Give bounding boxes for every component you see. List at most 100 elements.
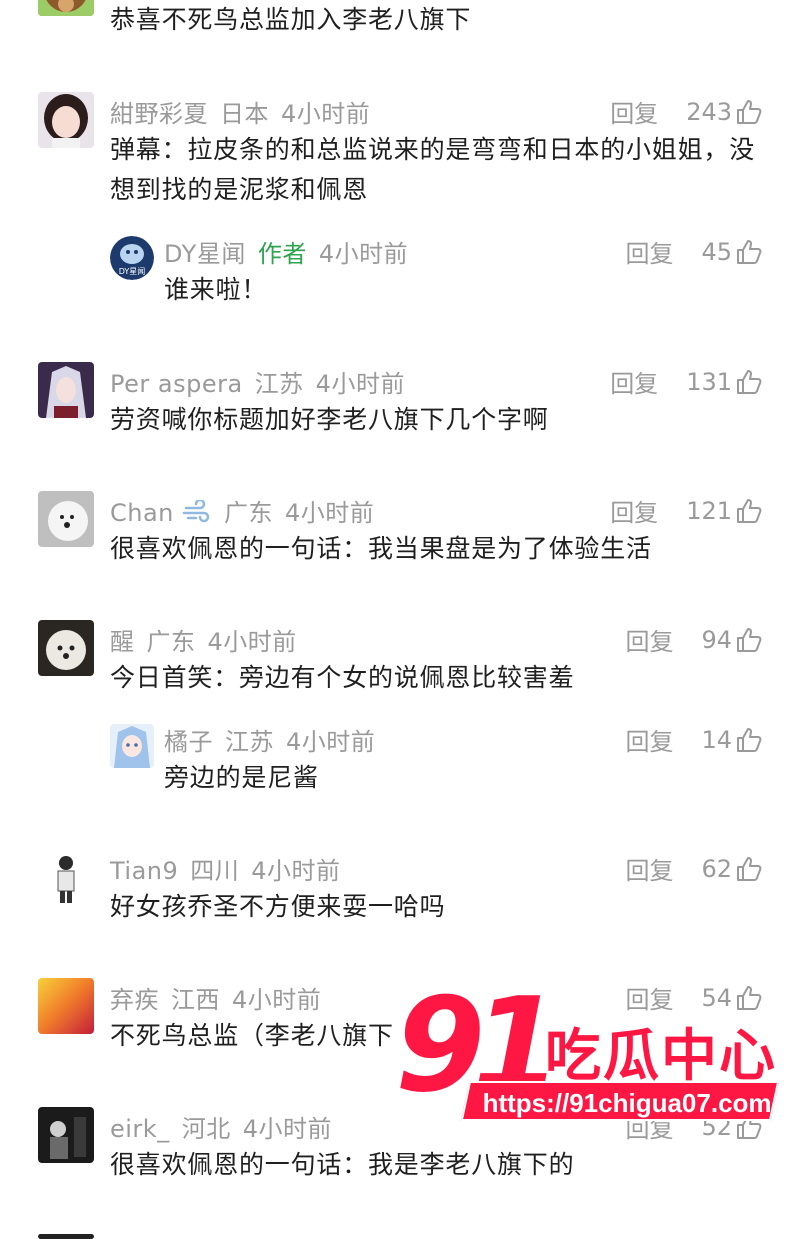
location: 江苏: [254, 370, 304, 398]
comment-actions: 回复 94: [625, 622, 762, 657]
anime-avatar-icon: [38, 362, 94, 418]
watermark-url-text: https://91chigua07.com: [482, 1088, 772, 1118]
thumbs-up-icon[interactable]: [736, 239, 762, 265]
reply-button[interactable]: 回复: [625, 851, 673, 886]
avatar[interactable]: [110, 724, 154, 768]
timestamp: 4小时前: [207, 628, 297, 656]
like-count: 121: [686, 496, 732, 525]
avatar[interactable]: [38, 491, 94, 547]
comment-actions: 回复 62: [625, 851, 762, 886]
username[interactable]: 醒: [110, 628, 135, 656]
timestamp: 4小时前: [286, 728, 376, 756]
username[interactable]: Tian9: [110, 857, 178, 885]
comment-meta: 橘子 江苏 4小时前: [164, 722, 375, 757]
like-count: 14: [701, 725, 732, 754]
avatar[interactable]: DY星闻: [110, 236, 154, 280]
reply-button[interactable]: 回复: [625, 722, 673, 757]
bear-avatar-icon: [38, 0, 94, 16]
location: 河北: [181, 1115, 231, 1143]
comment-meta: 醒广东 4小时前: [110, 622, 297, 657]
comment-text: 旁边的是尼酱: [164, 763, 319, 792]
wind-icon: [182, 498, 210, 523]
comment-text: 很喜欢佩恩的一句话：我是李老八旗下的: [110, 1150, 575, 1179]
comment-actions: 回复 131: [610, 364, 762, 399]
comment-text: 今日首笑：旁边有个女的说佩恩比较害羞: [110, 663, 575, 692]
girl-avatar-icon: [38, 92, 94, 148]
dy-logo-icon: DY星闻: [110, 236, 154, 280]
username[interactable]: 弃疾: [110, 986, 159, 1014]
reply-button[interactable]: 回复: [610, 364, 658, 399]
comment-meta: 弃疾 江西 4小时前: [110, 980, 321, 1015]
location: 四川: [190, 857, 240, 885]
username[interactable]: DY星闻: [164, 240, 246, 268]
username[interactable]: 橘子: [164, 728, 213, 756]
timestamp: 4小时前: [318, 240, 409, 268]
reply-button[interactable]: 回复: [610, 94, 658, 129]
reply-button[interactable]: 回复: [625, 622, 673, 657]
location: 江西: [171, 986, 220, 1014]
username[interactable]: 紺野彩夏: [110, 100, 208, 128]
comment-meta: Tian9 四川 4小时前: [110, 851, 341, 886]
thumbs-up-icon[interactable]: [736, 498, 762, 524]
comment-text: 弹幕：拉皮条的和总监说来的是弯弯和日本的小姐姐，没想到找的是泥浆和佩恩: [110, 135, 756, 204]
comment-text: 恭喜不死鸟总监加入李老八旗下: [110, 5, 472, 34]
username[interactable]: Per aspera: [110, 370, 243, 398]
thumbs-up-icon[interactable]: [736, 856, 762, 882]
like-count: 243: [686, 97, 732, 126]
location: 日本: [220, 100, 269, 128]
avatar[interactable]: [38, 1107, 94, 1163]
username[interactable]: eirk_: [110, 1115, 170, 1143]
comment-meta: 紺野彩夏 日本 4小时前: [110, 94, 370, 129]
location: 广东: [146, 628, 196, 656]
comment-meta: DY星闻 作者 4小时前: [164, 234, 408, 269]
dark-photo-avatar-icon: [38, 1107, 94, 1163]
comment-meta: Chan 广东 4小时前: [110, 493, 374, 528]
comment-actions: 回复 45: [625, 234, 762, 269]
watermark-brand: 吃瓜中心: [545, 1024, 777, 1089]
avatar[interactable]: [38, 1234, 94, 1239]
watermark-url: https://91chigua07.com: [460, 1081, 780, 1121]
avatar[interactable]: [38, 92, 94, 148]
comment-meta: eirk_ 河北 4小时前: [110, 1109, 332, 1144]
puppy-avatar-icon: [38, 620, 94, 676]
location: 江苏: [225, 728, 274, 756]
timestamp: 4小时前: [232, 986, 322, 1014]
like-count: 94: [701, 625, 732, 654]
avatar-label: DY星闻: [119, 267, 146, 276]
dog-avatar-icon: [38, 491, 94, 547]
author-badge: 作者: [257, 240, 307, 268]
thumbs-up-icon[interactable]: [736, 727, 762, 753]
person-avatar-icon: [38, 849, 94, 905]
comment-actions: 回复 14: [625, 722, 762, 757]
comment-text: 劳资喊你标题加好李老八旗下几个字啊: [110, 405, 549, 434]
thumbs-up-icon[interactable]: [736, 99, 762, 125]
comment-actions: 回复 121: [610, 493, 762, 528]
thumbs-up-icon[interactable]: [736, 369, 762, 395]
username[interactable]: Chan: [110, 499, 174, 527]
comment-text: 好女孩乔圣不方便来耍一哈吗: [110, 892, 446, 921]
like-count: 45: [701, 237, 732, 266]
timestamp: 4小时前: [251, 857, 341, 885]
timestamp: 4小时前: [281, 100, 371, 128]
comment-meta: Per aspera 江苏 4小时前: [110, 364, 405, 399]
reply-button[interactable]: 回复: [625, 234, 673, 269]
comment-text: 谁来啦！: [164, 275, 268, 304]
timestamp: 4小时前: [285, 499, 375, 527]
gradient-avatar-icon: [38, 978, 94, 1034]
timestamp: 4小时前: [242, 1115, 332, 1143]
avatar[interactable]: [38, 0, 94, 16]
reply-button[interactable]: 回复: [610, 493, 658, 528]
location: 广东: [224, 499, 274, 527]
avatar[interactable]: [38, 620, 94, 676]
like-count: 131: [686, 367, 732, 396]
anime-girl-avatar-icon: [110, 724, 154, 768]
avatar[interactable]: [38, 978, 94, 1034]
thumbs-up-icon[interactable]: [736, 627, 762, 653]
watermark: 91 吃瓜中心 https://91chigua07.com: [395, 975, 795, 1125]
comment-actions: 回复 243: [610, 94, 762, 129]
avatar[interactable]: [38, 849, 94, 905]
timestamp: 4小时前: [315, 370, 405, 398]
comment-text: 很喜欢佩恩的一句话：我当果盘是为了体验生活: [110, 534, 652, 563]
avatar[interactable]: [38, 362, 94, 418]
like-count: 62: [701, 854, 732, 883]
